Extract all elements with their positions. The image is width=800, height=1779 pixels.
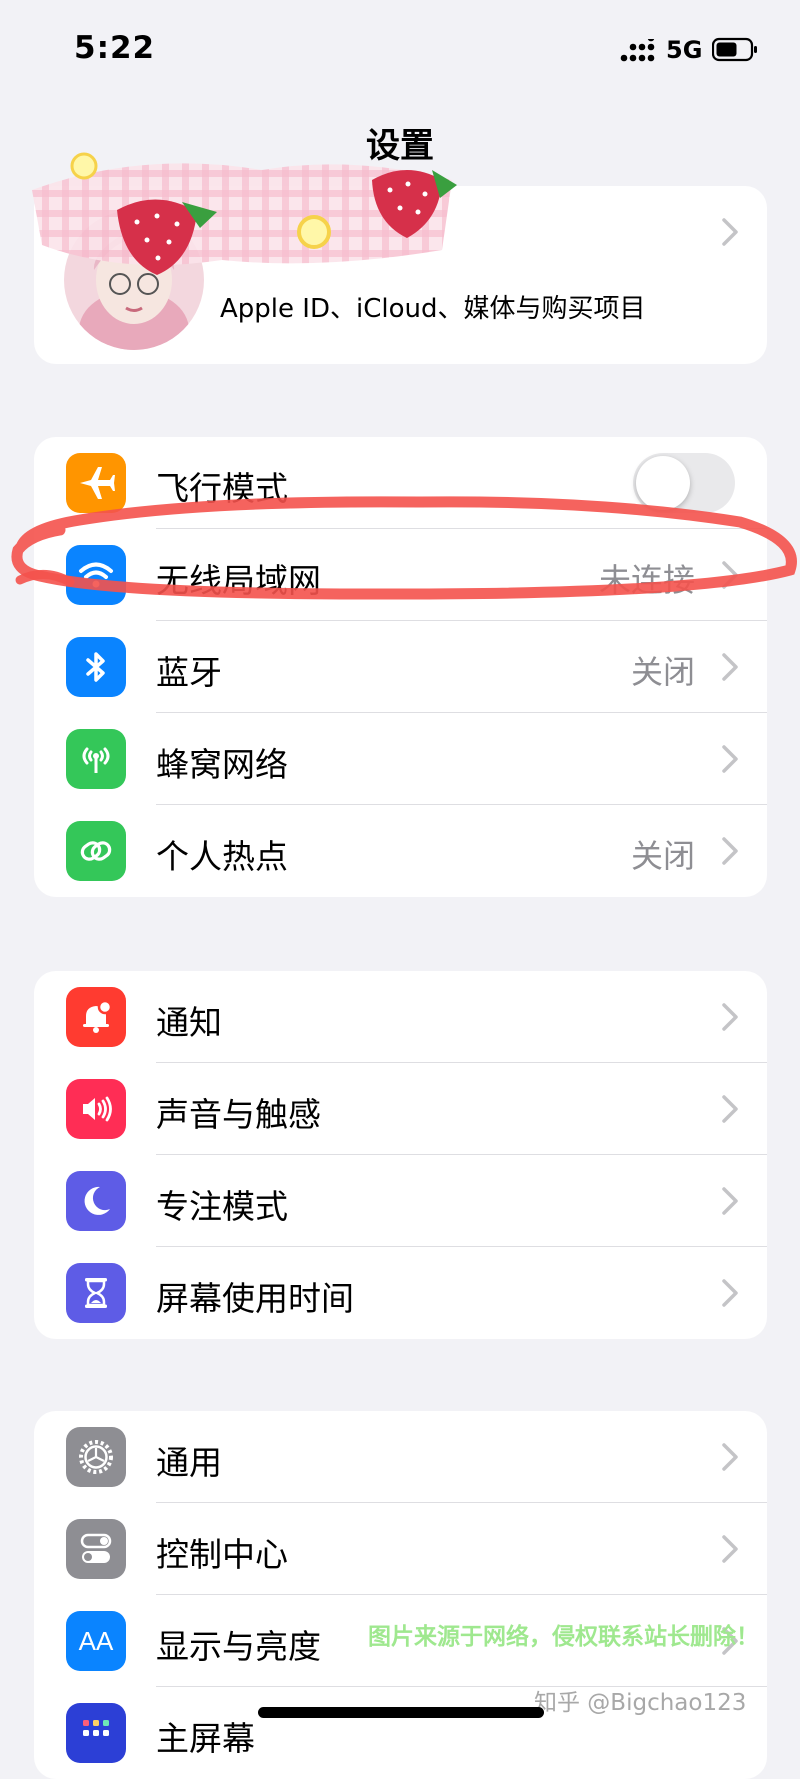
row-label: 通用 [156,1443,222,1482]
chevron-right-icon [722,1095,738,1123]
row-notifications[interactable]: 通知 [34,971,767,1063]
home-indicator[interactable] [258,1707,544,1718]
chevron-right-icon [722,1279,738,1307]
chevron-right-icon [722,1443,738,1471]
row-general[interactable]: 通用 [34,1411,767,1503]
chevron-right-icon [722,837,738,865]
hotspot-icon [66,821,126,881]
moon-icon [66,1171,126,1231]
settings-group-notifications: 通知 声音与触感 专注模式 屏幕使用时间 [34,971,767,1339]
chevron-right-icon [722,1003,738,1031]
credit-text: 知乎 @Bigchao123 [534,1690,747,1716]
bluetooth-icon [66,637,126,697]
home-screen-icon [66,1703,126,1763]
status-time: 5:22 [74,30,156,66]
watermark-text: 图片来源于网络，侵权联系站长删除！ [368,1624,759,1650]
row-personal-hotspot[interactable]: 个人热点 关闭 [34,805,767,897]
row-value: 关闭 [630,837,695,875]
toggle-knob [636,456,690,510]
row-label: 通知 [156,1003,222,1042]
row-label: 专注模式 [156,1187,288,1226]
row-label: 个人热点 [156,837,288,876]
sound-icon [66,1079,126,1139]
row-value: 关闭 [630,653,695,691]
row-label: 蜂窝网络 [156,745,288,784]
network-type: 5G [666,36,703,64]
wifi-icon [66,545,126,605]
row-label: 飞行模式 [156,469,288,508]
row-airplane-mode[interactable]: 飞行模式 [34,437,767,529]
notification-icon [66,987,126,1047]
row-label: 显示与亮度 [156,1627,321,1666]
chevron-right-icon [722,1535,738,1563]
hourglass-icon [66,1263,126,1323]
toggles-icon [66,1519,126,1579]
row-control-center[interactable]: 控制中心 [34,1503,767,1595]
row-cellular[interactable]: 蜂窝网络 [34,713,767,805]
settings-group-connectivity: 飞行模式 无线局域网 未连接 蓝牙 关闭 蜂窝网络 个人热点 关闭 [34,437,767,897]
row-sounds-haptics[interactable]: 声音与触感 [34,1063,767,1155]
cellular-icon [66,729,126,789]
chevron-right-icon [722,653,738,681]
chevron-right-icon [722,218,738,246]
gear-icon [66,1427,126,1487]
row-label: 屏幕使用时间 [156,1279,354,1318]
airplane-mode-toggle[interactable] [633,453,735,513]
row-bluetooth[interactable]: 蓝牙 关闭 [34,621,767,713]
row-focus[interactable]: 专注模式 [34,1155,767,1247]
row-label: 主屏幕 [156,1719,255,1758]
row-label: 无线局域网 [156,561,321,600]
settings-group-general: 通用 控制中心 AA 显示与亮度 主屏幕 [34,1411,767,1779]
text-size-icon: AA [66,1611,126,1671]
row-screen-time[interactable]: 屏幕使用时间 [34,1247,767,1339]
battery-icon [712,37,757,62]
row-value: 未连接 [598,561,695,599]
row-label: 声音与触感 [156,1095,321,1134]
signal-icon [620,39,655,62]
apple-id-subtitle: Apple ID、iCloud、媒体与购买项目 [220,294,646,324]
row-wifi[interactable]: 无线局域网 未连接 [34,529,767,621]
status-bar: 5:22 5G [0,0,800,100]
row-label: 控制中心 [156,1535,288,1574]
strawberry-sticker-icon [32,152,457,275]
chevron-right-icon [722,561,738,589]
chevron-right-icon [722,745,738,773]
airplane-icon [66,453,126,513]
chevron-right-icon [722,1187,738,1215]
row-label: 蓝牙 [156,653,222,692]
